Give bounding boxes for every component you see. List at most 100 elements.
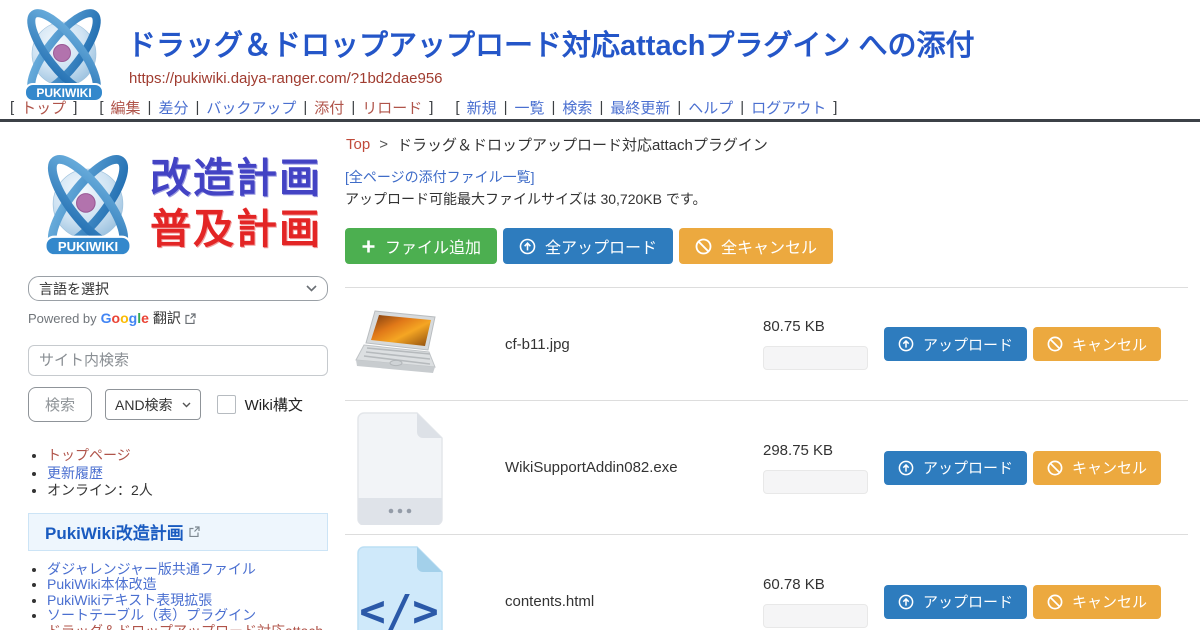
upload-button[interactable]: アップロード xyxy=(884,451,1027,485)
wiki-syntax-label: Wiki構文 xyxy=(245,394,303,415)
file-actions: アップロード キャンセル xyxy=(884,327,1161,361)
upload-button[interactable]: アップロード xyxy=(884,327,1027,361)
nav-link-reload[interactable]: リロード xyxy=(362,97,422,118)
nav-separator: | xyxy=(740,99,744,116)
file-row: WikiSupportAddin082.exe 298.75 KB アップロード xyxy=(345,400,1188,534)
nav-link-list[interactable]: 一覧 xyxy=(515,97,545,118)
plus-icon xyxy=(361,239,376,254)
wiki-syntax-checkbox[interactable] xyxy=(217,395,236,414)
html-code-file-icon: </> xyxy=(355,544,445,630)
upload-file-list: cf-b11.jpg 80.75 KB アップロード xyxy=(345,287,1188,630)
sidebar-link-core-mod[interactable]: PukiWiki本体改造 xyxy=(47,576,157,592)
sidebar-link-common-files[interactable]: ダジャレンジャー版共通ファイル xyxy=(47,561,256,577)
nav-separator: | xyxy=(504,99,508,116)
upload-circle-icon xyxy=(898,336,914,352)
list-item: PukiWiki本体改造 xyxy=(47,577,328,592)
sidebar-link-update-history[interactable]: 更新履歴 xyxy=(47,465,103,481)
file-size-cell: 298.75 KB xyxy=(763,442,884,494)
cancel-button[interactable]: キャンセル xyxy=(1033,451,1161,485)
top-navigation: [ トップ ] [ 編集 | 差分 | バックアップ | 添付 | リロード ]… xyxy=(10,97,837,118)
language-select-value: 言語を選択 xyxy=(39,279,109,299)
slogan-line-1: 改造計画 xyxy=(150,153,322,204)
atom-logo-icon: PUKIWIKI xyxy=(8,4,120,104)
nav-link-recent[interactable]: 最終更新 xyxy=(610,97,670,118)
powered-by-text: Powered by xyxy=(28,311,97,326)
nav-link-diff[interactable]: 差分 xyxy=(158,97,188,118)
pukiwiki-logo[interactable]: PUKIWIKI xyxy=(8,4,120,104)
nav-link-help[interactable]: ヘルプ xyxy=(688,97,733,118)
list-item: ダジャレンジャー版共通ファイル xyxy=(47,562,328,577)
add-files-button[interactable]: ファイル追加 xyxy=(345,228,497,264)
upload-all-button[interactable]: 全アップロード xyxy=(503,228,673,264)
upload-circle-icon xyxy=(898,460,914,476)
nav-link-edit[interactable]: 編集 xyxy=(111,97,141,118)
search-button[interactable]: 検索 xyxy=(28,387,92,422)
sidebar: PUKIWIKI 改造計画 普及計画 言語を選択 Powered by Goog… xyxy=(28,140,328,630)
nav-bracket: ] xyxy=(73,99,77,116)
file-size: 80.75 KB xyxy=(763,318,884,335)
list-item: トップページ xyxy=(47,447,328,465)
header-divider xyxy=(0,119,1200,122)
chevron-down-icon xyxy=(182,402,191,408)
nav-bracket: ] xyxy=(833,99,837,116)
nav-separator: | xyxy=(148,99,152,116)
file-name: WikiSupportAddin082.exe xyxy=(505,459,763,476)
cancel-all-button[interactable]: 全キャンセル xyxy=(679,228,833,264)
search-mode-select[interactable]: AND検索 xyxy=(105,389,201,420)
generic-file-icon xyxy=(355,410,445,525)
nav-link-search[interactable]: 検索 xyxy=(562,97,592,118)
upload-progress-bar xyxy=(763,604,868,628)
file-size-cell: 80.75 KB xyxy=(763,318,884,370)
file-actions: アップロード キャンセル xyxy=(884,585,1161,619)
upload-progress-bar xyxy=(763,346,868,370)
nav-bracket: [ xyxy=(455,99,459,116)
nav-bracket: [ xyxy=(10,99,14,116)
page-url-link[interactable]: https://pukiwiki.dajya-ranger.com/?1bd2d… xyxy=(129,70,443,87)
all-attachments-link[interactable]: [全ページの添付ファイル一覧] xyxy=(345,167,535,187)
nav-link-logout[interactable]: ログアウト xyxy=(751,97,826,118)
breadcrumb-home-link[interactable]: Top xyxy=(346,136,370,153)
sidebar-link-sort-table[interactable]: ソートテーブル（表）プラグイン xyxy=(47,607,256,623)
nav-link-top[interactable]: トップ xyxy=(21,97,66,118)
sidebar-link-dnd-attach[interactable]: ドラッグ＆ドロップアップロード対応attachプラグイン xyxy=(47,623,323,630)
site-search-input[interactable] xyxy=(28,345,328,376)
file-actions: アップロード キャンセル xyxy=(884,451,1161,485)
upload-button[interactable]: アップロード xyxy=(884,585,1027,619)
cancel-button[interactable]: キャンセル xyxy=(1033,585,1161,619)
file-thumbnail-cell xyxy=(345,410,505,525)
search-controls: 検索 AND検索 Wiki構文 xyxy=(28,387,328,422)
breadcrumb: Top > ドラッグ＆ドロップアップロード対応attachプラグイン xyxy=(346,134,768,155)
sidebar-section-pukiwiki-kaizou[interactable]: PukiWiki改造計画 xyxy=(28,513,328,551)
sidebar-link-text-extension[interactable]: PukiWikiテキスト表現拡張 xyxy=(47,592,212,608)
upload-circle-icon xyxy=(898,594,914,610)
file-size: 298.75 KB xyxy=(763,442,884,459)
cancel-button[interactable]: キャンセル xyxy=(1033,327,1161,361)
list-item: PukiWikiテキスト表現拡張 xyxy=(47,593,328,608)
nav-separator: | xyxy=(552,99,556,116)
chevron-down-icon xyxy=(306,285,317,292)
sidebar-link-top-page[interactable]: トップページ xyxy=(47,447,131,463)
max-upload-size-note: アップロード可能最大ファイルサイズは 30,720KB です。 xyxy=(345,189,706,209)
slogan-text: 改造計画 普及計画 xyxy=(150,153,322,255)
nav-bracket: [ xyxy=(99,99,103,116)
list-item: オンライン：2人 xyxy=(47,482,328,500)
nav-separator: | xyxy=(599,99,603,116)
search-mode-value: AND検索 xyxy=(115,395,173,415)
nav-link-new[interactable]: 新規 xyxy=(467,97,497,118)
sidebar-quick-links: トップページ 更新履歴 オンライン：2人 xyxy=(28,447,328,500)
cancel-circle-icon xyxy=(1047,336,1063,352)
nav-link-backup[interactable]: バックアップ xyxy=(206,97,296,118)
upload-circle-icon xyxy=(519,238,536,255)
file-thumbnail-cell xyxy=(345,310,505,378)
nav-link-attach[interactable]: 添付 xyxy=(314,97,344,118)
language-select[interactable]: 言語を選択 xyxy=(28,276,328,301)
sidebar-site-logo[interactable]: PUKIWIKI 改造計画 普及計画 xyxy=(28,144,328,264)
online-count: オンライン：2人 xyxy=(47,482,153,498)
laptop-photo-thumbnail xyxy=(355,310,447,378)
file-thumbnail-cell: </> xyxy=(345,544,505,630)
nav-separator: | xyxy=(351,99,355,116)
file-name: contents.html xyxy=(505,593,763,610)
cancel-circle-icon xyxy=(1047,460,1063,476)
nav-separator: | xyxy=(303,99,307,116)
file-row: cf-b11.jpg 80.75 KB アップロード xyxy=(345,287,1188,400)
